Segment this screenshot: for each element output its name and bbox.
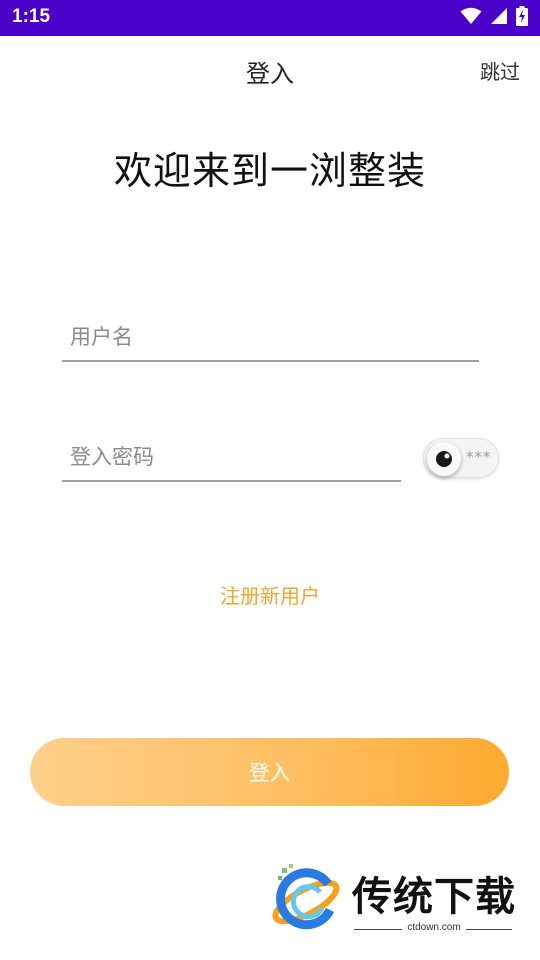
password-visibility-toggle[interactable]: *** (423, 438, 499, 478)
password-mask-label: *** (466, 448, 492, 466)
watermark-divider-right (466, 929, 512, 930)
welcome-heading: 欢迎来到一浏整装 (113, 149, 426, 193)
status-bar: 1:15 (0, 0, 540, 36)
skip-button[interactable]: 跳过 (480, 56, 520, 85)
password-input[interactable] (62, 434, 401, 480)
cellular-signal-icon (490, 7, 508, 29)
watermark: 传统下载 ctdown.com (268, 860, 518, 940)
register-link[interactable]: 注册新用户 (0, 580, 540, 609)
wifi-icon (460, 7, 482, 29)
status-time: 1:15 (12, 6, 51, 27)
watermark-divider-left (354, 929, 402, 930)
eye-icon (427, 442, 461, 476)
watermark-url: ctdown.com (407, 922, 461, 933)
username-input[interactable] (62, 314, 479, 360)
password-field (62, 434, 401, 482)
app-bar: 登入 跳过 (0, 36, 540, 104)
ctdown-logo-icon (272, 864, 340, 930)
battery-charging-icon (516, 6, 528, 30)
username-field (62, 314, 479, 362)
page-title: 登入 (246, 60, 294, 88)
status-icons (460, 6, 528, 30)
watermark-name: 传统下载 (352, 874, 516, 920)
login-button[interactable]: 登入 (30, 738, 509, 806)
